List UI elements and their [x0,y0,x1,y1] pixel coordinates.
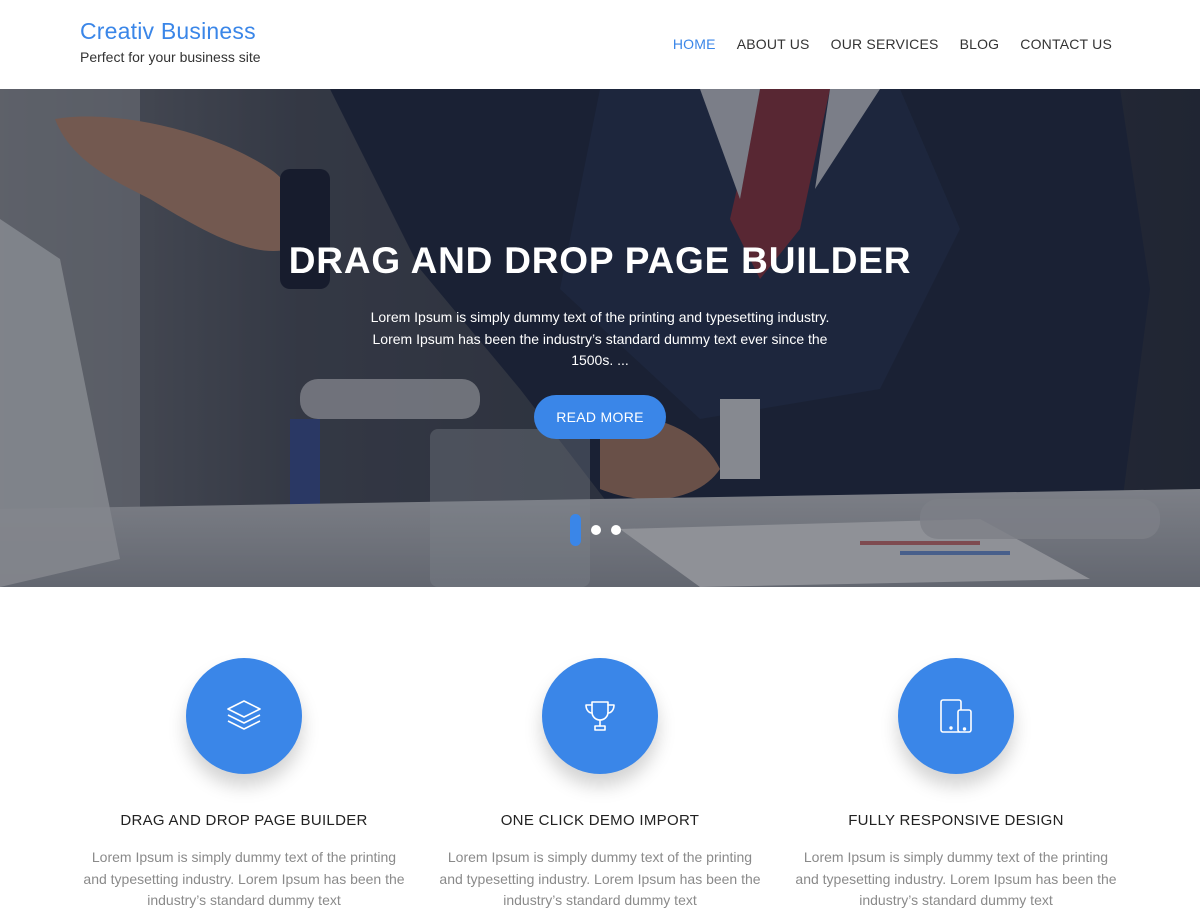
feature-card: DRAG AND DROP PAGE BUILDER Lorem Ipsum i… [79,658,409,912]
nav-item-our-services[interactable]: OUR SERVICES [831,35,939,53]
hero-description: Lorem Ipsum is simply dummy text of the … [370,309,830,368]
feature-text: Lorem Ipsum is simply dummy text of the … [439,849,761,908]
hero-slider: DRAG AND DROP PAGE BUILDER Lorem Ipsum i… [0,89,1200,587]
nav-item-home[interactable]: HOME [673,35,716,53]
main-nav: HOME ABOUT US OUR SERVICES BLOG CONTACT … [673,35,1112,53]
trophy-icon [542,658,658,774]
hero-content: DRAG AND DROP PAGE BUILDER Lorem Ipsum i… [0,239,1200,439]
slider-pagination [570,514,621,546]
feature-title: FULLY RESPONSIVE DESIGN [848,812,1064,829]
feature-text: Lorem Ipsum is simply dummy text of the … [795,849,1117,908]
feature-title: DRAG AND DROP PAGE BUILDER [120,812,368,829]
nav-item-contact-us[interactable]: CONTACT US [1020,35,1112,53]
slider-dot-2[interactable] [591,525,601,535]
slider-dot-1[interactable] [570,514,581,546]
feature-text: Lorem Ipsum is simply dummy text of the … [83,849,405,908]
features-section: DRAG AND DROP PAGE BUILDER Lorem Ipsum i… [0,587,1200,908]
site-title[interactable]: Creativ Business [80,18,261,44]
devices-icon [898,658,1014,774]
slider-dot-3[interactable] [611,525,621,535]
hero-title: DRAG AND DROP PAGE BUILDER [288,240,912,281]
site-header: Creativ Business Perfect for your busine… [0,0,1200,89]
feature-card: FULLY RESPONSIVE DESIGN Lorem Ipsum is s… [791,658,1121,912]
feature-card: ONE CLICK DEMO IMPORT Lorem Ipsum is sim… [435,658,765,912]
brand: Creativ Business Perfect for your busine… [80,18,261,65]
read-more-button[interactable]: READ MORE [534,394,666,439]
layers-icon [186,658,302,774]
site-tagline: Perfect for your business site [80,49,261,65]
nav-item-about-us[interactable]: ABOUT US [737,35,810,53]
nav-item-blog[interactable]: BLOG [960,35,1000,53]
feature-title: ONE CLICK DEMO IMPORT [500,812,700,829]
